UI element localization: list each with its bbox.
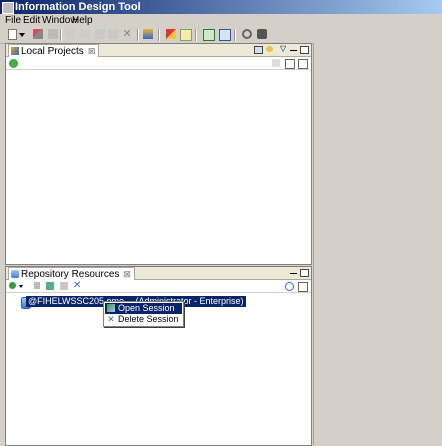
- close-icon[interactable]: ⊠: [88, 45, 96, 57]
- app-icon: [2, 2, 14, 14]
- local-projects-header: Local Projects ⊠ ▽: [6, 44, 311, 57]
- save-all-icon: [65, 29, 75, 39]
- minimize-icon[interactable]: [290, 273, 297, 274]
- toolbar-separator: [60, 29, 62, 41]
- restore-icon[interactable]: [298, 59, 308, 69]
- local-projects-panel: Local Projects ⊠ ▽: [5, 43, 312, 265]
- copy-icon: [60, 282, 68, 290]
- tab-label: Local Projects: [21, 46, 84, 57]
- switch-layout-icon[interactable]: [203, 29, 215, 41]
- new-project-icon[interactable]: [9, 59, 18, 68]
- new-dropdown-icon[interactable]: [19, 33, 25, 37]
- close-icon[interactable]: ⊠: [123, 268, 131, 280]
- projects-icon: [11, 47, 19, 55]
- collapse-all-icon[interactable]: [254, 46, 263, 54]
- repository-icon: [11, 270, 19, 278]
- expand-icon[interactable]: [285, 59, 295, 69]
- window-title: Information Design Tool: [15, 1, 141, 13]
- link-editor-icon[interactable]: [266, 46, 273, 52]
- menu-bar: File Edit Window Help: [0, 14, 442, 27]
- open-icon[interactable]: [46, 282, 54, 290]
- menu-edit[interactable]: Edit: [23, 15, 40, 26]
- connect-icon[interactable]: [242, 29, 252, 39]
- toolbar-separator: [137, 29, 139, 41]
- menu-item-label: Open Session: [118, 303, 175, 313]
- copy-icon: [95, 29, 105, 39]
- view-menu-icon[interactable]: ▽: [280, 45, 288, 53]
- cut-icon: [80, 29, 90, 39]
- maximize-icon[interactable]: [300, 46, 309, 54]
- dropdown-icon[interactable]: [19, 285, 23, 288]
- insert-session-icon[interactable]: [9, 282, 16, 289]
- repository-subtoolbar: ✕: [6, 280, 311, 293]
- filter-icon[interactable]: [272, 59, 280, 67]
- maximize-icon[interactable]: [300, 269, 309, 277]
- save-icon: [48, 29, 58, 39]
- main-toolbar: ✕: [0, 27, 442, 44]
- tools-icon[interactable]: [33, 29, 43, 39]
- toolbar-separator: [158, 29, 160, 41]
- edit-icon: [34, 282, 40, 289]
- editor-area: [313, 43, 442, 445]
- paste-icon: [108, 29, 118, 39]
- delete-icon[interactable]: ✕: [73, 280, 81, 291]
- tab-repository-resources[interactable]: Repository Resources ⊠: [8, 267, 135, 280]
- toolbar-separator: [195, 29, 197, 41]
- perspective-icon[interactable]: [219, 29, 231, 41]
- delete-icon: ✕: [122, 28, 132, 40]
- menu-help[interactable]: Help: [72, 15, 93, 26]
- delete-session-icon: ✕: [107, 314, 115, 324]
- title-bar: Information Design Tool: [0, 0, 442, 14]
- toolbar-separator: [234, 29, 236, 41]
- show-values-icon[interactable]: [180, 29, 192, 41]
- check-integrity-icon[interactable]: [166, 29, 176, 39]
- menu-file[interactable]: File: [5, 15, 21, 26]
- repository-resources-header: Repository Resources ⊠: [6, 267, 311, 280]
- menu-item-delete-session[interactable]: ✕ Delete Session: [105, 314, 182, 325]
- open-session-icon: [107, 304, 115, 312]
- repository-resources-panel: Repository Resources ⊠ ✕: [5, 266, 312, 446]
- new-icon[interactable]: [8, 29, 17, 40]
- view-menu-icon[interactable]: [298, 282, 308, 292]
- refresh-icon[interactable]: [285, 282, 294, 291]
- context-menu: Open Session ✕ Delete Session: [103, 301, 184, 327]
- menu-item-label: Delete Session: [118, 314, 179, 324]
- minimize-icon[interactable]: [290, 50, 297, 51]
- local-projects-subtoolbar: [6, 57, 311, 70]
- menu-item-open-session[interactable]: Open Session: [105, 303, 182, 314]
- tab-local-projects[interactable]: Local Projects ⊠: [8, 44, 100, 57]
- find-icon[interactable]: [257, 29, 267, 39]
- publish-icon[interactable]: [143, 29, 153, 39]
- tab-label: Repository Resources: [21, 269, 120, 280]
